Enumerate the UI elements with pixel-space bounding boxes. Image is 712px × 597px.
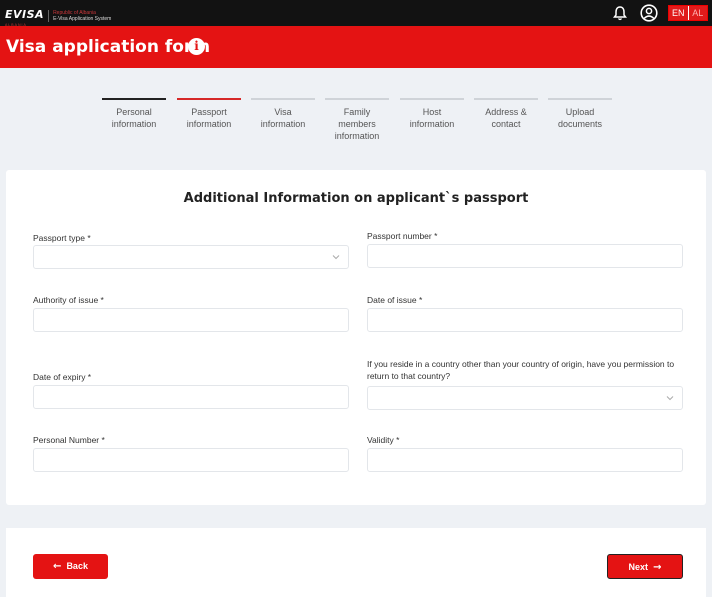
return-permission-label: If you reside in a country other than yo…: [367, 359, 675, 381]
arrow-left-icon: ←: [53, 561, 62, 572]
step-label: Upload documents: [557, 107, 603, 129]
step-personal-information[interactable]: Personal information: [102, 98, 166, 130]
chevron-down-icon: [332, 255, 340, 260]
section-title: Additional Information on applicant`s pa…: [183, 191, 529, 206]
logo-mark: EVISA: [5, 8, 45, 21]
step-label: Host information: [409, 107, 455, 129]
title-bar: Visa application form i: [0, 26, 712, 68]
language-switcher: EN AL: [668, 5, 708, 21]
authority-of-issue-label: Authority of issue *: [33, 295, 104, 305]
step-label: Personal information: [111, 107, 157, 129]
chevron-down-icon: [666, 396, 674, 401]
personal-number-label: Personal Number *: [33, 435, 105, 445]
step-bar: [325, 98, 389, 100]
back-button[interactable]: ← Back: [33, 554, 108, 579]
personal-number-input[interactable]: [33, 448, 349, 472]
date-of-issue-label: Date of issue *: [367, 295, 423, 305]
step-family-members-information[interactable]: Family members information: [325, 98, 389, 142]
step-address-contact[interactable]: Address & contact: [474, 98, 538, 130]
next-button-label: Next: [628, 562, 649, 572]
passport-type-select[interactable]: [33, 245, 349, 269]
step-bar: [474, 98, 538, 100]
step-passport-information[interactable]: Passport information: [177, 98, 241, 130]
validity-input[interactable]: [367, 448, 683, 472]
navigation-card: [6, 528, 706, 597]
passport-type-label: Passport type *: [33, 233, 91, 243]
lang-en-button[interactable]: EN: [669, 6, 688, 20]
date-of-issue-input[interactable]: [367, 308, 683, 332]
page-title: Visa application form: [6, 37, 211, 57]
date-of-expiry-label: Date of expiry *: [33, 372, 92, 382]
step-bar: [400, 98, 464, 100]
arrow-right-icon: →: [653, 562, 662, 573]
back-button-label: Back: [66, 561, 88, 571]
step-label: Passport information: [186, 107, 232, 129]
return-permission-select[interactable]: [367, 386, 683, 410]
step-host-information[interactable]: Host information: [400, 98, 464, 130]
date-of-expiry-input[interactable]: [33, 385, 349, 409]
info-icon[interactable]: i: [188, 38, 205, 55]
step-label: Address & contact: [485, 107, 527, 129]
passport-number-input[interactable]: [367, 244, 683, 268]
step-upload-documents[interactable]: Upload documents: [548, 98, 612, 130]
step-bar: [548, 98, 612, 100]
step-bar: [102, 98, 166, 100]
next-button[interactable]: Next →: [607, 554, 683, 579]
validity-label: Validity *: [367, 435, 400, 445]
step-label: Family members information: [334, 107, 380, 141]
logo-line-2: E-Visa Application System: [53, 16, 112, 22]
passport-number-label: Passport number *: [367, 231, 438, 241]
lang-al-button[interactable]: AL: [687, 6, 707, 20]
user-account-icon[interactable]: [640, 4, 658, 22]
top-bar: EVISA ALBANIA Republic of Albania E-Visa…: [0, 0, 712, 27]
evisa-logo[interactable]: EVISA ALBANIA Republic of Albania E-Visa…: [5, 5, 111, 27]
logo-text: Republic of Albania E-Visa Application S…: [48, 10, 111, 22]
step-label: Visa information: [260, 107, 306, 129]
authority-of-issue-input[interactable]: [33, 308, 349, 332]
bell-icon[interactable]: [613, 5, 627, 21]
step-visa-information[interactable]: Visa information: [251, 98, 315, 130]
step-bar: [177, 98, 241, 100]
step-bar: [251, 98, 315, 100]
